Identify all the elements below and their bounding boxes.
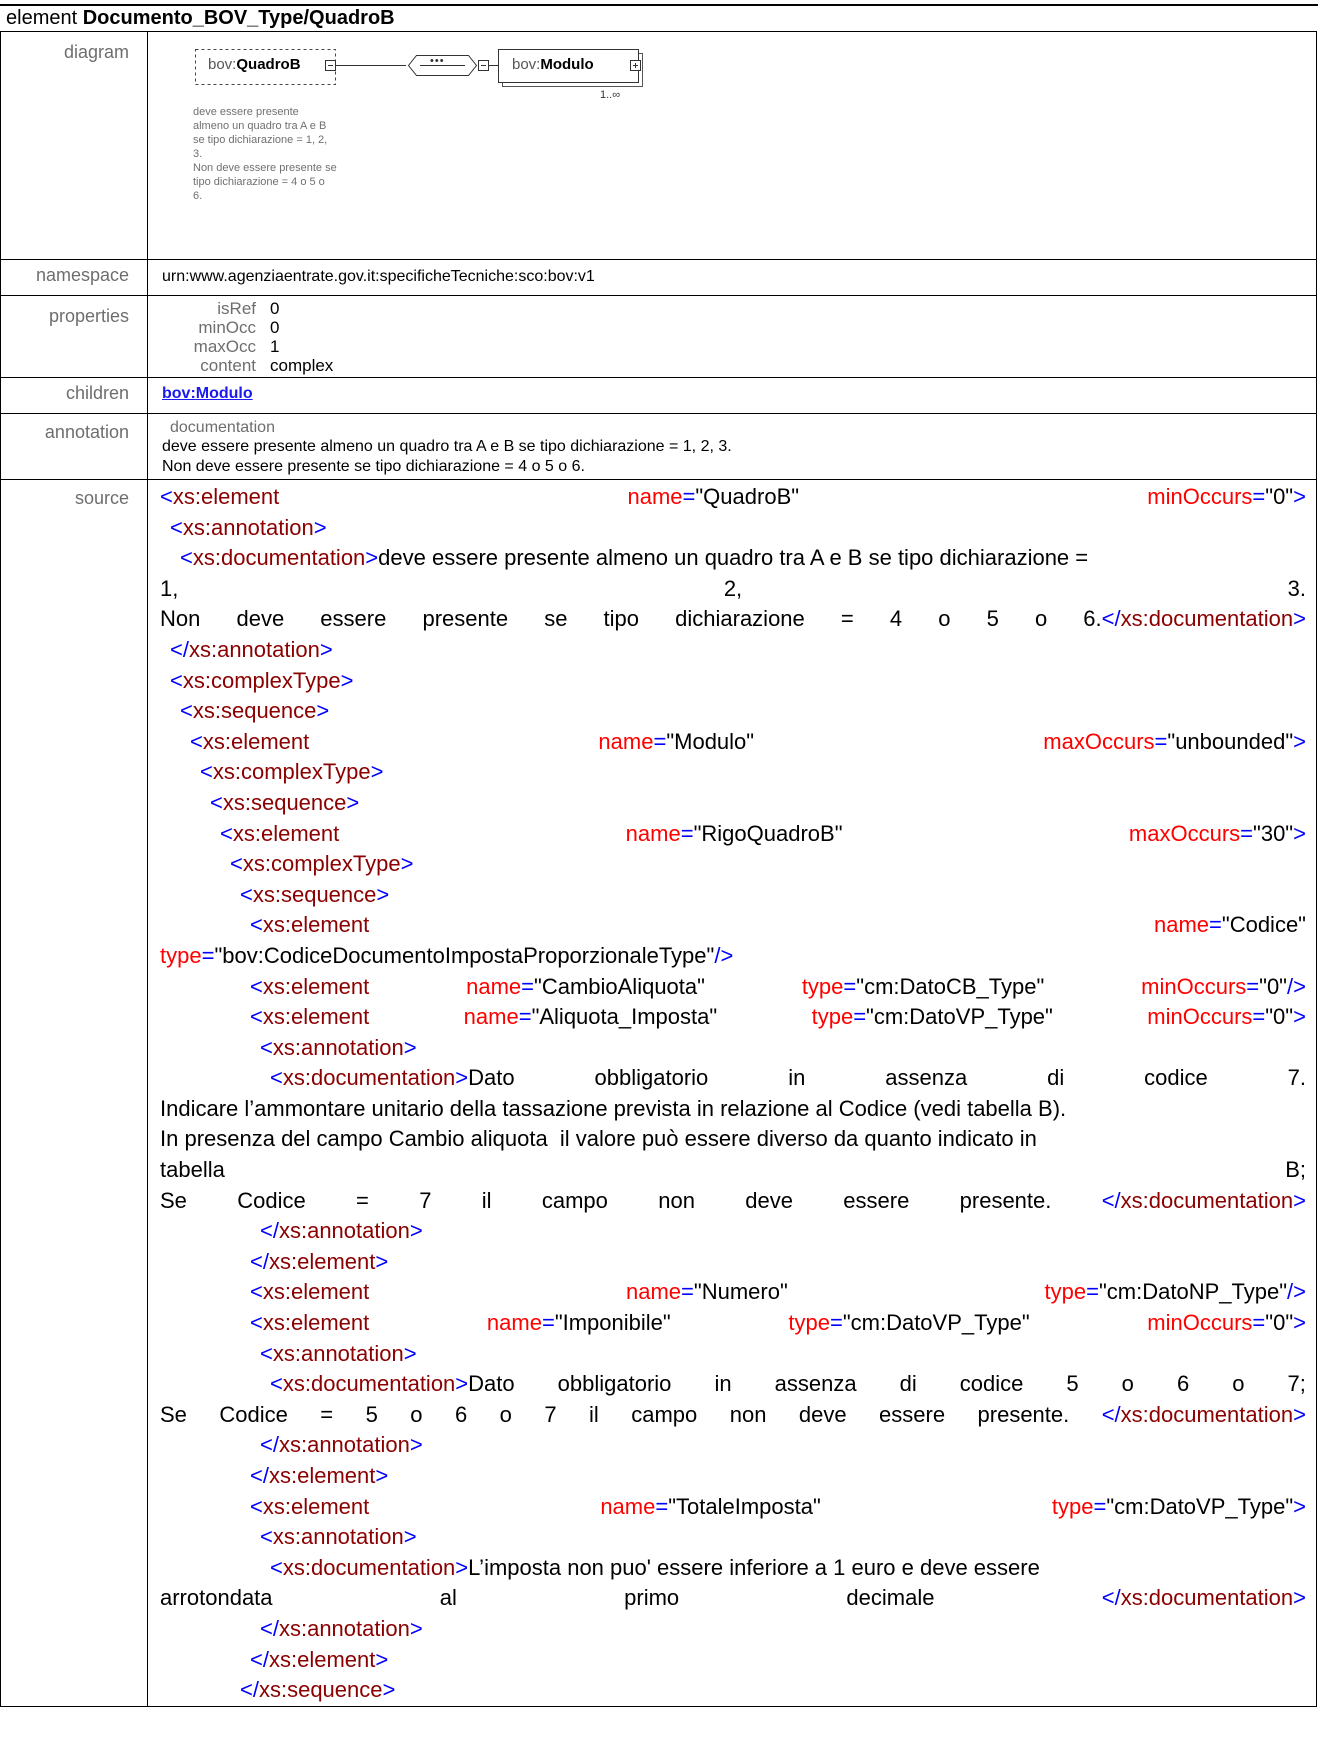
source-line: <xs:sequence>	[180, 698, 330, 724]
source-line: arrotondata al primo decimale </xs:docum…	[160, 1585, 1306, 1611]
source-line: <xs:sequence>	[240, 881, 390, 907]
properties-row: properties isRef 0 minOcc 0 maxOcc 1 conten…	[0, 295, 1317, 378]
annotation-line: deve essere presente almeno un quadro tr…	[162, 438, 732, 455]
source-line: </xs:annotation>	[260, 1218, 423, 1244]
children-row: children bov:Modulo	[0, 377, 1317, 414]
properties-list: isRef 0 minOcc 0 maxOcc 1 content complex	[148, 296, 1316, 377]
annotation-line: Non deve essere presente se tipo dichiar…	[162, 458, 585, 475]
source-line: <xs:sequence>	[210, 789, 360, 815]
source-line: Se Codice = 5 o 6 o 7 il campo non deve …	[160, 1401, 1306, 1427]
source-line: <xs:element name="CambioAliquota" type="…	[250, 973, 1306, 999]
source-line: Non deve essere presente se tipo dichiar…	[160, 606, 1306, 632]
annotation-label: annotation	[0, 413, 148, 480]
element-table: diagram bov:QuadroB ••• bov:Modulo 1..∞ …	[0, 31, 1317, 1707]
source-line: <xs:element name="RigoQuadroB" maxOccurs…	[220, 820, 1306, 846]
source-line: </xs:element>	[250, 1248, 389, 1274]
source-line: <xs:element name="Codice"	[250, 912, 1306, 938]
source-line: <xs:complexType>	[170, 667, 354, 693]
property-row: isRef 0	[217, 299, 280, 318]
source-line: In presenza del campo Cambio aliquota il…	[160, 1126, 1037, 1152]
source-row: source <xs:element name="QuadroB" minOcc…	[0, 479, 1317, 1707]
source-line: <xs:annotation>	[170, 514, 327, 540]
source-label: source	[0, 479, 148, 1707]
quadrob-label: bov:QuadroB	[208, 56, 301, 73]
namespace-label: namespace	[0, 259, 148, 296]
source-line: </xs:annotation>	[260, 1432, 423, 1458]
source-line: <xs:element name="Numero" type="cm:DatoN…	[250, 1279, 1306, 1305]
annotation-cell: documentation deve essere presente almen…	[147, 413, 1317, 480]
properties-cell: isRef 0 minOcc 0 maxOcc 1 content complex	[147, 295, 1317, 378]
namespace-row: namespace urn:www.agenziaentrate.gov.it:…	[0, 259, 1317, 296]
source-line: <xs:complexType>	[230, 851, 414, 877]
source-line: <xs:element name="TotaleImposta" type="c…	[250, 1493, 1306, 1519]
source-line: <xs:element name="QuadroB" minOccurs="0"…	[160, 484, 1306, 509]
property-row: minOcc 0	[198, 318, 280, 337]
source-line: type="bov:CodiceDocumentoImpostaProporzi…	[160, 942, 734, 968]
property-row: content complex	[200, 356, 334, 375]
children-cell: bov:Modulo	[147, 377, 1317, 414]
children-label: children	[0, 377, 148, 414]
namespace-value: urn:www.agenziaentrate.gov.it:specifiche…	[147, 259, 1317, 296]
source-cell: <xs:element name="QuadroB" minOccurs="0"…	[147, 479, 1317, 1707]
annotation-heading: documentation	[170, 419, 275, 436]
source-line: tabella B;	[160, 1157, 1306, 1183]
source-line: </xs:sequence>	[240, 1677, 396, 1703]
element-title: element Documento_BOV_Type/QuadroB	[6, 6, 395, 30]
document-page: element Documento_BOV_Type/QuadroB diagr…	[0, 0, 1318, 1746]
modulo-cardinality: 1..∞	[600, 89, 621, 101]
source-line: <xs:documentation>L’imposta non puo' ess…	[270, 1554, 1040, 1580]
modulo-label: bov:Modulo	[512, 56, 594, 73]
source-line: <xs:element name="Aliquota_Imposta" type…	[250, 1004, 1306, 1030]
source-line: <xs:element name="Imponibile" type="cm:D…	[250, 1310, 1306, 1336]
annotation-row: annotation documentation deve essere pre…	[0, 413, 1317, 480]
source-line: </xs:element>	[250, 1463, 389, 1488]
source-line: <xs:annotation>	[260, 1034, 417, 1060]
source-line: <xs:annotation>	[260, 1524, 417, 1550]
source-line: </xs:annotation>	[260, 1615, 423, 1641]
source-listing: <xs:element name="QuadroB" minOccurs="0"…	[148, 482, 1316, 1706]
source-line: Indicare l’ammontare unitario della tass…	[160, 1095, 1067, 1121]
source-line: <xs:documentation>deve essere presente a…	[180, 545, 1089, 571]
source-line: <xs:annotation>	[260, 1340, 417, 1366]
source-line: </xs:element>	[250, 1646, 389, 1672]
source-line: <xs:documentation>Dato obbligatorio in a…	[270, 1065, 1306, 1091]
diagram-cell: bov:QuadroB ••• bov:Modulo 1..∞ deve ess…	[147, 31, 1317, 260]
property-row: maxOcc 1	[193, 337, 280, 356]
source-line: Se Codice = 7 il campo non deve essere p…	[160, 1187, 1306, 1213]
source-line: <xs:element name="Modulo" maxOccurs="unb…	[190, 728, 1306, 754]
element-title-prefix: element	[6, 7, 78, 29]
source-line: <xs:complexType>	[200, 759, 384, 785]
diagram-row: diagram bov:QuadroB ••• bov:Modulo 1..∞ …	[0, 31, 1317, 260]
diagram-label: diagram	[0, 31, 148, 260]
diagram-note: deve essere presente almeno un quadro tr…	[193, 106, 337, 202]
schema-diagram: bov:QuadroB ••• bov:Modulo 1..∞ deve ess…	[148, 32, 1316, 259]
source-line: 1, 2, 3.	[160, 575, 1306, 601]
source-line: </xs:annotation>	[170, 636, 333, 662]
element-title-name: Documento_BOV_Type/QuadroB	[82, 7, 395, 29]
sequence-symbol: •••	[430, 55, 445, 67]
child-link-modulo[interactable]: bov:Modulo	[162, 385, 253, 402]
properties-label: properties	[0, 295, 148, 378]
source-line: <xs:documentation>Dato obbligatorio in a…	[270, 1371, 1306, 1397]
